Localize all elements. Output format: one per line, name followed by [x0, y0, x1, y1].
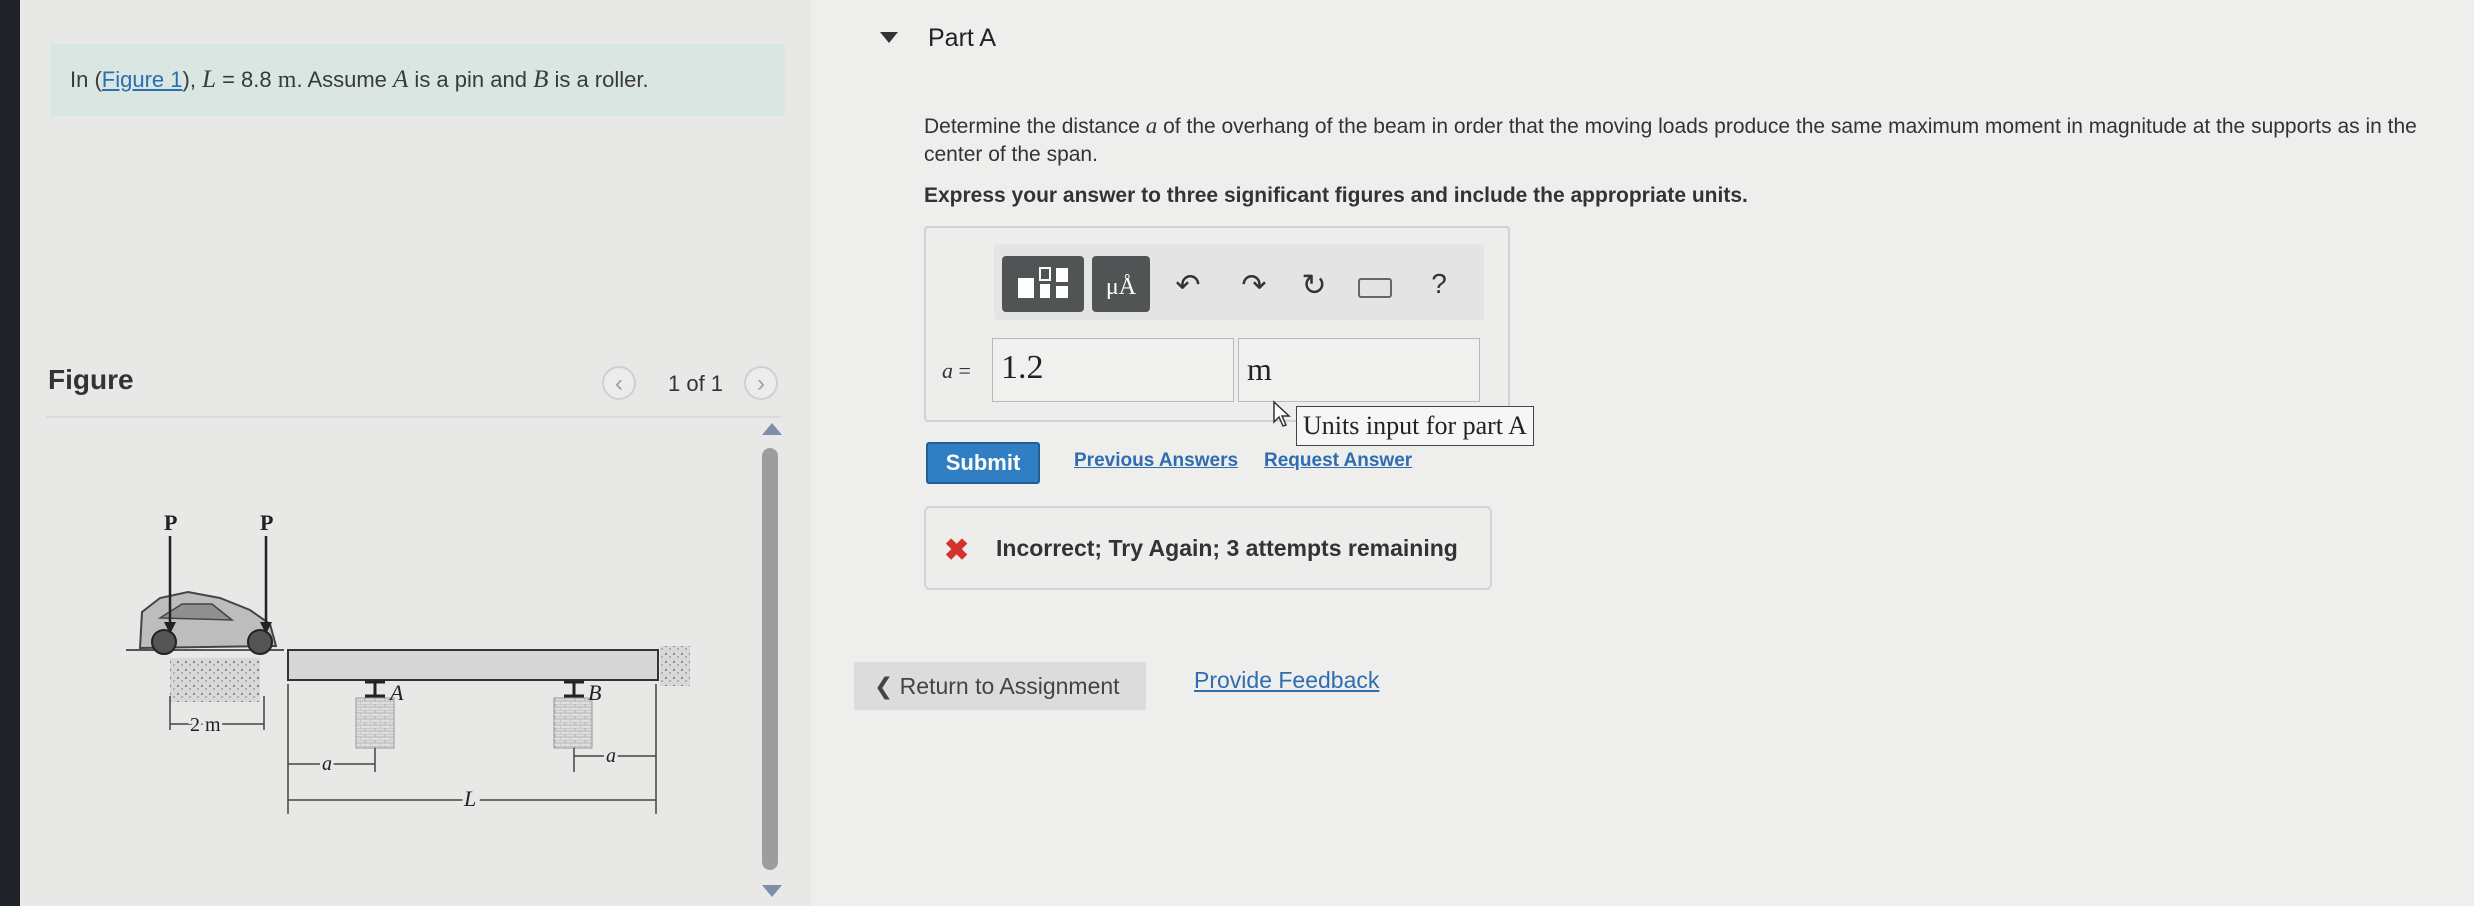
previous-answers-link[interactable]: Previous Answers — [1074, 450, 1238, 472]
question-before: Determine the distance — [924, 115, 1146, 138]
problem-roller: is a roller. — [548, 67, 649, 92]
problem-assume: . Assume — [296, 67, 394, 92]
return-label: Return to Assignment — [893, 673, 1120, 699]
support-b-label: B — [588, 680, 601, 705]
window-edge — [0, 0, 20, 906]
error-x-icon: ✖ — [944, 534, 970, 567]
question-text: Determine the distance a of the overhang… — [924, 112, 2469, 169]
caret-down-icon[interactable] — [880, 32, 898, 43]
support-b — [553, 680, 593, 749]
wheelbase-label: 2 m — [190, 714, 221, 736]
unit-input[interactable]: m — [1238, 338, 1480, 402]
feedback-message: Incorrect; Try Again; 3 attempts remaini… — [996, 535, 1458, 561]
pager-previous-button[interactable]: ‹ — [602, 366, 636, 400]
redo-icon[interactable]: ↷ — [1234, 268, 1274, 304]
chevron-right-icon: › — [757, 370, 765, 397]
beam — [287, 649, 659, 681]
request-answer-link[interactable]: Request Answer — [1264, 450, 1412, 472]
undo-icon[interactable]: ↶ — [1168, 268, 1208, 304]
value-input[interactable]: 1.2 — [992, 338, 1234, 402]
units-button[interactable]: μÅ — [1092, 256, 1150, 312]
problem-prefix: In ( — [70, 67, 102, 92]
figure-link[interactable]: Figure 1 — [102, 67, 183, 92]
part-a-title[interactable]: Part A — [928, 24, 996, 53]
answer-variable-label: a = — [942, 358, 971, 384]
l-unit: m — [277, 67, 297, 93]
left-ground — [170, 658, 260, 702]
answer-variable: a — [942, 358, 953, 383]
templates-icon — [1018, 267, 1068, 298]
pager-next-button[interactable]: › — [744, 366, 778, 400]
problem-equals: = 8.8 — [215, 67, 278, 92]
answer-equals: = — [953, 358, 971, 383]
reset-icon[interactable]: ↻ — [1294, 268, 1334, 304]
load-label-2: P — [260, 510, 273, 535]
answer-instructions: Express your answer to three significant… — [924, 184, 1748, 207]
question-variable: a — [1145, 113, 1158, 138]
submit-button[interactable]: Submit — [926, 442, 1040, 484]
scroll-up-arrow[interactable] — [762, 423, 782, 435]
overhang-left-label: a — [322, 753, 332, 775]
beam-figure: P P A B 2 m a a L — [126, 510, 690, 815]
problem-statement: In (Figure 1), L = 8.8 m. Assume A is a … — [70, 66, 649, 94]
figure-scrollbar[interactable] — [762, 448, 778, 870]
truck-icon — [138, 590, 278, 655]
keyboard-icon[interactable] — [1358, 278, 1392, 298]
help-button[interactable]: ? — [1424, 268, 1454, 300]
right-wall — [660, 646, 690, 686]
return-to-assignment-button[interactable]: ❮ Return to Assignment — [854, 662, 1146, 710]
scroll-down-arrow[interactable] — [762, 885, 782, 897]
load-label-1: P — [164, 510, 177, 535]
span-label: L — [463, 786, 476, 811]
chevron-left-icon: ❮ — [874, 673, 894, 699]
support-a — [355, 680, 395, 749]
mouse-cursor-icon — [1273, 400, 1291, 427]
provide-feedback-link[interactable]: Provide Feedback — [1194, 667, 1379, 694]
problem-pin: is a pin and — [408, 67, 534, 92]
overhang-right-label: a — [606, 745, 616, 767]
pager-count: 1 of 1 — [668, 371, 724, 396]
a-variable: A — [393, 66, 409, 93]
figure-title: Figure — [48, 364, 134, 395]
l-variable: L — [202, 66, 216, 93]
unit-tooltip: Units input for part A — [1296, 406, 1534, 446]
chevron-left-icon: ‹ — [615, 370, 623, 397]
support-a-label: A — [388, 680, 404, 705]
problem-middle: ), — [182, 67, 203, 92]
b-variable: B — [533, 66, 549, 93]
templates-button[interactable] — [1002, 256, 1084, 312]
figure-divider — [46, 416, 781, 418]
